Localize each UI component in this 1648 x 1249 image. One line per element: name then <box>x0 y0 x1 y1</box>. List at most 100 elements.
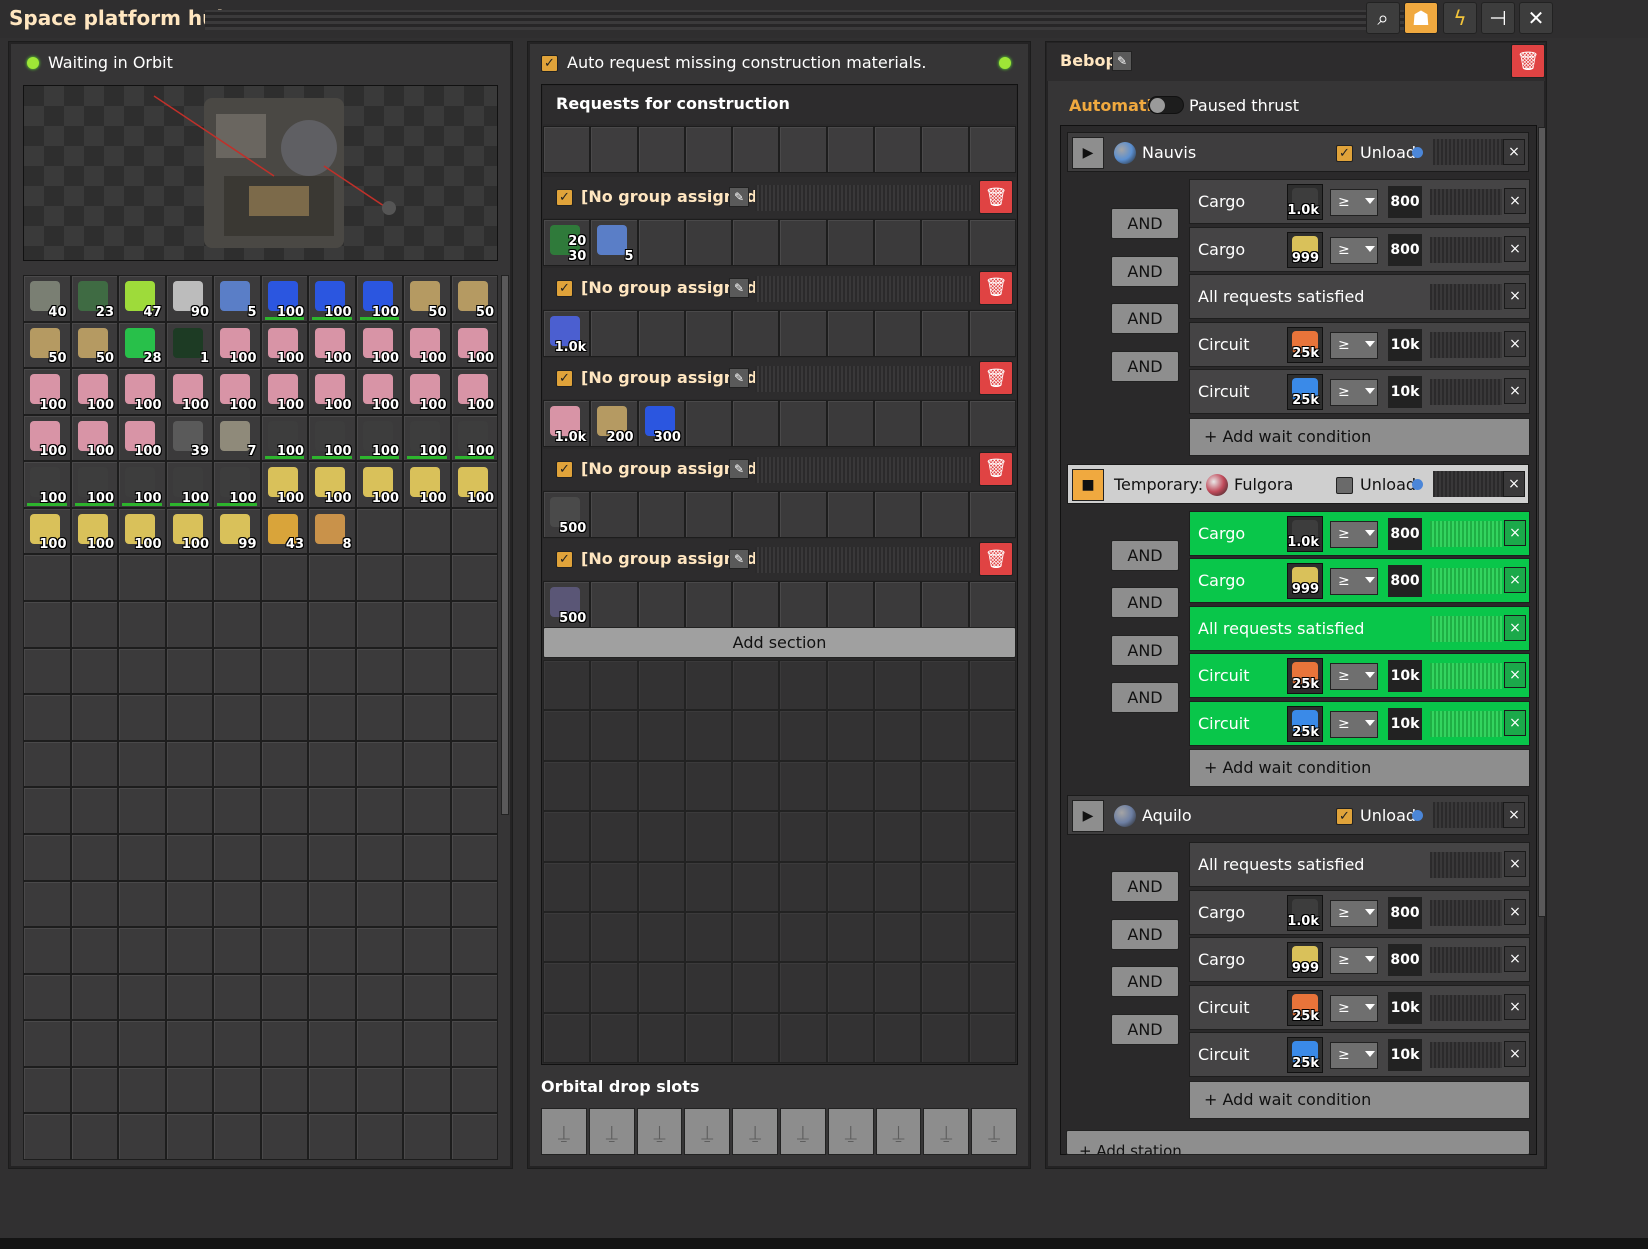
condition-value[interactable]: 800 <box>1388 517 1422 550</box>
inventory-slot[interactable]: 7 <box>213 414 261 462</box>
inventory-slot[interactable] <box>165 973 213 1021</box>
section-slot[interactable] <box>779 309 827 357</box>
inventory-slot[interactable] <box>355 601 403 648</box>
search-icon[interactable]: ⌕ <box>1366 2 1400 34</box>
remove-condition-button[interactable]: × <box>1504 898 1526 925</box>
inventory-slot[interactable] <box>403 973 451 1021</box>
remove-condition-button[interactable]: × <box>1504 1041 1526 1067</box>
inventory-slot[interactable] <box>308 1113 356 1160</box>
condition-value[interactable]: 800 <box>1388 186 1422 218</box>
delete-section-button[interactable]: 🗑 <box>979 542 1013 576</box>
schedule-scrollbar[interactable] <box>1538 127 1546 917</box>
and-button[interactable]: AND <box>1111 871 1179 902</box>
request-slot[interactable] <box>874 126 922 173</box>
inventory-slot[interactable] <box>213 973 261 1021</box>
inventory-slot[interactable] <box>260 554 308 602</box>
inventory-slot[interactable] <box>70 973 118 1021</box>
inventory-slot[interactable] <box>308 554 356 602</box>
rename-icon[interactable]: ✎ <box>1112 51 1132 71</box>
delete-section-button[interactable]: 🗑 <box>979 451 1013 486</box>
edit-icon[interactable]: ✎ <box>729 549 749 569</box>
inventory-slot[interactable]: 50 <box>450 275 498 322</box>
unload-checkbox[interactable]: ✓ <box>1336 808 1353 825</box>
delete-section-button[interactable]: 🗑 <box>979 180 1013 214</box>
inventory-slot[interactable]: 100 <box>308 368 356 415</box>
section-slot[interactable] <box>968 581 1016 628</box>
section-slot[interactable] <box>874 400 922 447</box>
add-wait-condition-button[interactable]: + Add wait condition <box>1189 1080 1530 1119</box>
section-slot[interactable] <box>779 581 827 628</box>
inventory-slot[interactable] <box>308 833 356 881</box>
inventory-slot[interactable]: 47 <box>118 275 166 322</box>
inventory-slot[interactable] <box>308 694 356 741</box>
inventory-slot[interactable] <box>213 787 261 834</box>
inventory-slot[interactable] <box>260 1113 308 1160</box>
condition-value[interactable]: 10k <box>1388 1039 1422 1071</box>
request-slot[interactable] <box>921 126 969 173</box>
inventory-slot[interactable]: 100 <box>213 461 261 508</box>
inventory-slot[interactable] <box>403 1020 451 1067</box>
inventory-slot[interactable] <box>70 554 118 602</box>
condition-item-slot[interactable]: 25k <box>1287 705 1323 742</box>
inventory-slot[interactable] <box>165 647 213 695</box>
section-checkbox[interactable]: ✓ <box>556 370 573 387</box>
add-section-button[interactable]: Add section <box>543 627 1016 658</box>
wait-condition[interactable]: Cargo 999 ≥800 × <box>1189 937 1530 982</box>
inventory-slot[interactable]: 100 <box>118 507 166 555</box>
section-slot[interactable]: 500 <box>543 581 591 628</box>
section-slot[interactable] <box>874 490 922 538</box>
inventory-slot[interactable] <box>165 1020 213 1067</box>
inventory-slot[interactable] <box>70 927 118 974</box>
inventory-slot[interactable] <box>355 1020 403 1067</box>
section-slot[interactable] <box>826 581 875 628</box>
edit-icon[interactable]: ✎ <box>729 458 749 479</box>
inventory-slot[interactable] <box>70 740 118 788</box>
station-row[interactable]: ▶ Aquilo ✓ Unload × <box>1067 795 1529 835</box>
inventory-slot[interactable] <box>450 880 498 928</box>
inventory-slot[interactable]: 100 <box>450 461 498 508</box>
condition-item-slot[interactable]: 25k <box>1287 1037 1323 1073</box>
inventory-slot[interactable] <box>450 507 498 555</box>
inventory-slot[interactable]: 100 <box>70 368 118 415</box>
inventory-slot[interactable] <box>213 1020 261 1067</box>
section-slot[interactable] <box>590 490 638 538</box>
remove-condition-button[interactable]: × <box>1504 235 1526 262</box>
section-slot[interactable] <box>732 309 780 357</box>
inventory-slot[interactable]: 100 <box>450 368 498 415</box>
request-slot[interactable] <box>590 126 638 173</box>
inventory-slot[interactable]: 100 <box>308 275 356 322</box>
delete-section-button[interactable]: 🗑 <box>979 270 1013 305</box>
section-slot[interactable] <box>732 219 780 266</box>
inventory-slot[interactable] <box>213 1113 261 1160</box>
section-slot[interactable] <box>732 490 780 538</box>
remove-condition-button[interactable]: × <box>1504 993 1526 1020</box>
remove-condition-button[interactable]: × <box>1504 188 1526 214</box>
and-button[interactable]: AND <box>1111 966 1179 997</box>
inventory-slot[interactable] <box>450 647 498 695</box>
condition-item-slot[interactable]: 1.0k <box>1287 894 1323 931</box>
inventory-slot[interactable]: 99 <box>213 507 261 555</box>
inventory-slot[interactable] <box>165 787 213 834</box>
inventory-slot[interactable]: 28 <box>118 321 166 369</box>
inventory-slot[interactable]: 100 <box>403 368 451 415</box>
section-slot[interactable]: 200 <box>590 400 638 447</box>
inventory-slot[interactable]: 50 <box>23 321 71 369</box>
and-button[interactable]: AND <box>1111 587 1179 618</box>
stop-icon[interactable]: ■ <box>1072 468 1104 501</box>
pin-icon[interactable]: ⊣ <box>1481 2 1515 34</box>
inventory-slot[interactable] <box>450 833 498 881</box>
and-button[interactable]: AND <box>1111 350 1179 382</box>
and-button[interactable]: AND <box>1111 1013 1179 1045</box>
inventory-slot[interactable] <box>70 1066 118 1114</box>
inventory-slot[interactable]: 100 <box>165 368 213 415</box>
section-slot[interactable] <box>684 309 733 357</box>
remove-condition-button[interactable]: × <box>1504 614 1526 641</box>
request-slot[interactable] <box>732 126 780 173</box>
inventory-slot[interactable] <box>308 1020 356 1067</box>
inventory-slot[interactable]: 100 <box>213 321 261 369</box>
wait-condition[interactable]: Circuit 25k ≥10k × <box>1189 984 1530 1030</box>
inventory-slot[interactable]: 100 <box>118 368 166 415</box>
section-slot[interactable]: 5 <box>590 219 638 266</box>
condition-value[interactable]: 800 <box>1388 233 1422 266</box>
station-row[interactable]: ■ Temporary: Fulgora Unload × <box>1067 463 1529 504</box>
